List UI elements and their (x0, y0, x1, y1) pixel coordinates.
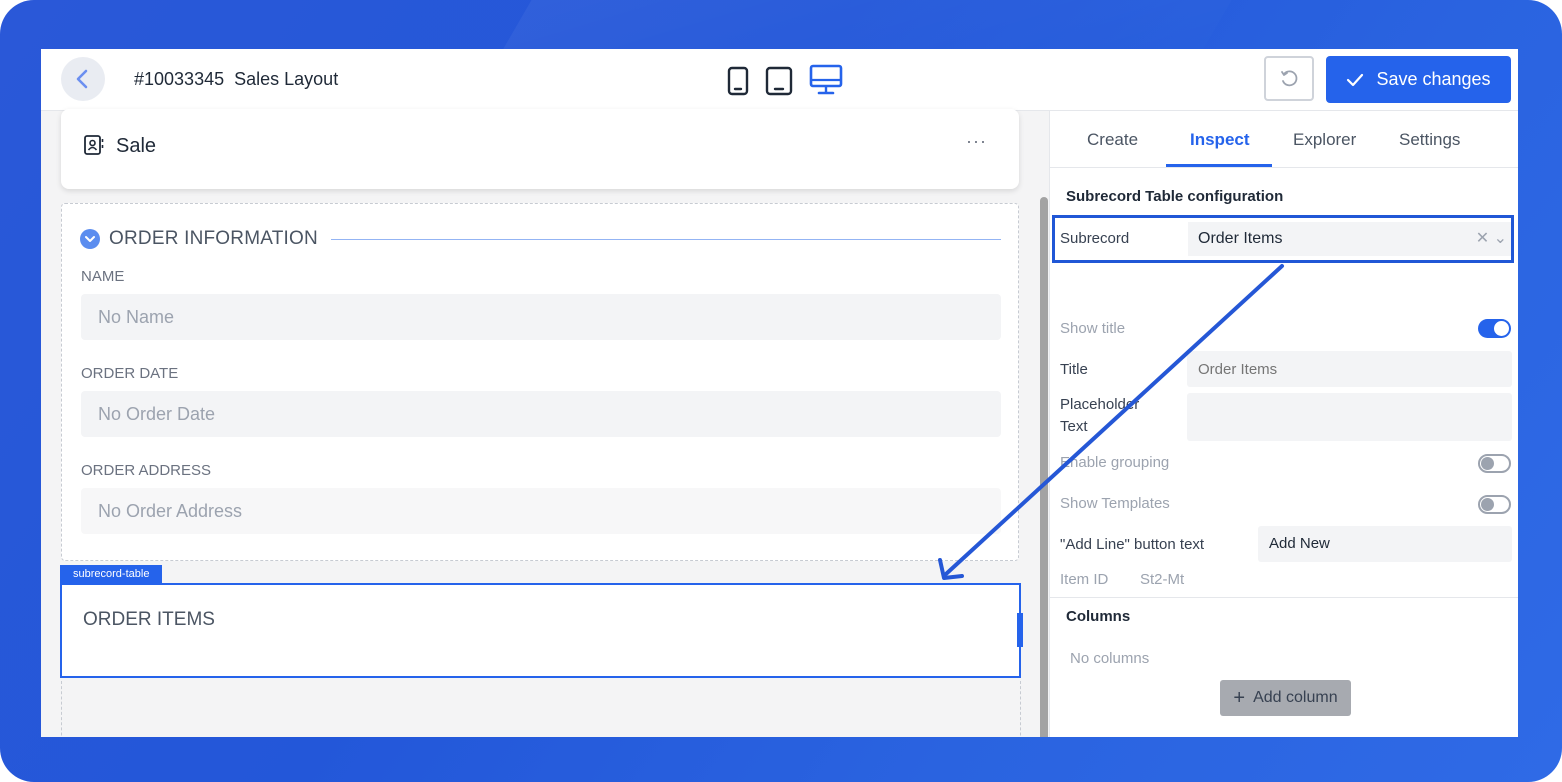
record-title: Sale (116, 135, 157, 157)
record-header-card[interactable]: Sale ··· (61, 109, 1019, 189)
back-button[interactable] (61, 57, 105, 101)
tab-inspect[interactable]: Inspect (1190, 130, 1250, 150)
show-templates-toggle[interactable] (1478, 495, 1511, 514)
title-label: Title (1060, 361, 1088, 378)
item-id-label: Item ID (1060, 571, 1109, 588)
more-options-icon[interactable]: ··· (966, 131, 987, 152)
order-information-section[interactable]: ORDER INFORMATION NAME No Name ORDER DAT… (61, 203, 1019, 561)
section-divider (1050, 597, 1518, 598)
name-field-label: NAME (81, 268, 125, 285)
chevron-down-icon[interactable]: ⌄ (1494, 230, 1507, 247)
resize-handle[interactable] (1017, 613, 1023, 647)
subrecord-table-title: ORDER ITEMS (83, 609, 215, 630)
inspector-panel: Create Inspect Explorer Settings Subreco… (1049, 111, 1518, 737)
layout-name: Sales Layout (234, 69, 339, 89)
desktop-view-button[interactable] (809, 64, 843, 96)
add-column-button[interactable]: + Add column (1220, 680, 1351, 716)
page-title: #10033345 Sales Layout (134, 69, 338, 90)
columns-title: Columns (1066, 608, 1131, 625)
add-line-input[interactable]: Add New (1258, 526, 1512, 562)
tablet-view-button[interactable] (765, 64, 793, 96)
show-title-label: Show title (1060, 320, 1126, 337)
order-address-field-label: ORDER ADDRESS (81, 462, 212, 479)
title-input[interactable] (1187, 351, 1512, 387)
tab-explorer[interactable]: Explorer (1293, 130, 1356, 150)
phone-icon (727, 66, 749, 96)
name-field[interactable]: No Name (81, 294, 1001, 340)
layout-canvas: Sale ··· ORDER INFORMATION NAME No Name … (41, 109, 1048, 737)
order-date-field[interactable]: No Order Date (81, 391, 1001, 437)
undo-button[interactable] (1264, 56, 1314, 101)
show-templates-label: Show Templates (1060, 495, 1170, 512)
selected-component-tag: subrecord-table (60, 565, 163, 583)
record-id: #10033345 (134, 69, 225, 89)
enable-grouping-toggle[interactable] (1478, 454, 1511, 473)
subrecord-value: Order Items (1198, 230, 1283, 247)
tablet-icon (765, 66, 793, 96)
canvas-scrollbar[interactable] (1040, 197, 1048, 737)
checkmark-icon (1347, 73, 1364, 86)
save-changes-button[interactable]: Save changes (1326, 56, 1511, 103)
placeholder-text-input[interactable] (1187, 393, 1512, 441)
subrecord-select[interactable]: Order Items ✕ ⌄ (1188, 222, 1511, 256)
plus-icon: + (1233, 687, 1246, 709)
desktop-icon (809, 64, 843, 95)
clear-icon[interactable]: ✕ (1476, 230, 1489, 247)
tab-settings[interactable]: Settings (1399, 130, 1460, 150)
placeholder-text-label: Placeholder Text (1060, 396, 1140, 435)
section-title: ORDER INFORMATION (109, 228, 318, 249)
subrecord-row: Subrecord Order Items ✕ ⌄ (1052, 215, 1514, 263)
no-columns-text: No columns (1070, 650, 1150, 667)
device-switcher (727, 64, 843, 96)
item-id-value: St2-Mt (1140, 571, 1185, 588)
undo-icon (1281, 69, 1298, 86)
show-title-toggle[interactable] (1478, 319, 1511, 338)
background-frame: #10033345 Sales Layout Save changes Sale… (0, 0, 1562, 782)
active-tab-indicator (1166, 164, 1272, 167)
top-bar: #10033345 Sales Layout Save changes (41, 49, 1518, 111)
section-divider (331, 239, 1001, 240)
phone-view-button[interactable] (727, 64, 749, 96)
save-changes-label: Save changes (1376, 69, 1491, 89)
contact-card-icon (84, 135, 104, 155)
panel-tabs: Create Inspect Explorer Settings (1050, 111, 1518, 168)
chevron-left-icon (76, 69, 88, 89)
enable-grouping-label: Enable grouping (1060, 454, 1170, 471)
order-address-field[interactable]: No Order Address (81, 488, 1001, 534)
section-header[interactable]: ORDER INFORMATION (80, 228, 318, 250)
order-date-field-label: ORDER DATE (81, 365, 179, 382)
chevron-down-icon[interactable] (80, 229, 100, 249)
config-title: Subrecord Table configuration (1066, 188, 1284, 205)
layout-editor-window: #10033345 Sales Layout Save changes Sale… (41, 49, 1518, 737)
subrecord-label: Subrecord (1060, 230, 1130, 247)
add-line-label: "Add Line" button text (1060, 536, 1205, 553)
tab-create[interactable]: Create (1087, 130, 1138, 150)
add-column-label: Add column (1253, 689, 1338, 706)
drop-zone[interactable] (61, 681, 1021, 737)
subrecord-table-component[interactable]: ORDER ITEMS (60, 583, 1023, 678)
